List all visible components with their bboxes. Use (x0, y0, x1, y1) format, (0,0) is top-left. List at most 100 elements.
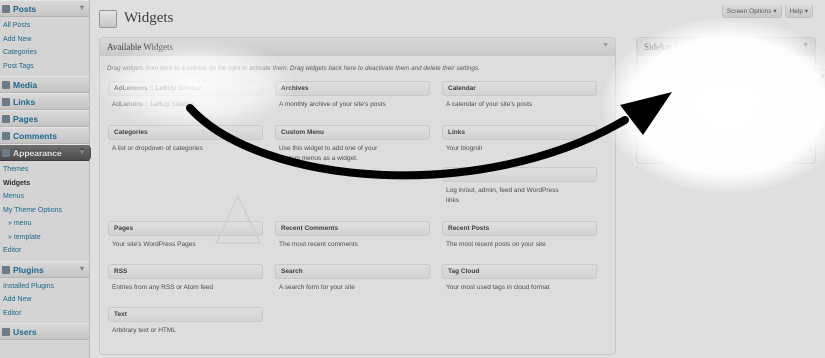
toggle-arrow-icon[interactable]: ▼ (602, 42, 609, 49)
submenu-plugins: Installed Plugins Add New Editor (0, 277, 89, 323)
widget-description: A list or dropdown of categories (112, 145, 203, 152)
toggle-arrow-icon[interactable]: ▼ (802, 42, 809, 49)
menu-media[interactable]: Media (0, 76, 89, 93)
widget-title[interactable]: RSS (108, 264, 263, 279)
submenu-item[interactable]: » menu (0, 217, 89, 231)
widget-title[interactable]: Pages (108, 221, 263, 236)
menu-label: Pages (13, 114, 39, 124)
available-widget[interactable]: Text Arbitrary text or HTML (108, 307, 263, 336)
submenu-item[interactable]: Post Tags (0, 60, 89, 74)
widget-description: Your most used tags in cloud format (446, 284, 550, 291)
submenu-item[interactable]: » template (0, 231, 89, 245)
menu-links[interactable]: Links (0, 93, 89, 110)
sidebar-widget-title: Categories (654, 104, 688, 111)
users-icon (2, 328, 10, 336)
submenu-item[interactable]: All Posts (0, 19, 89, 33)
sidebar-widget-title: Pages (654, 74, 674, 81)
link-icon (2, 98, 10, 106)
sidebar-1-header[interactable]: Sidebar 1 ▼ (637, 38, 815, 56)
submenu-item[interactable]: Editor (0, 307, 89, 321)
widget-title[interactable]: Tag Cloud (442, 264, 597, 279)
menu-label: Plugins (13, 264, 44, 275)
menu-label: Appearance (13, 148, 62, 158)
widget-title[interactable]: Meta (442, 167, 597, 182)
widget-description: A search form for your site (279, 284, 355, 291)
widget-title[interactable]: Search (275, 264, 430, 279)
submenu-item[interactable]: Categories (0, 46, 89, 60)
menu-comments[interactable]: Comments (0, 127, 89, 144)
widget-description: Arbitrary text or HTML (112, 327, 176, 334)
available-widget[interactable]: Calendar A calendar of your site's posts (442, 81, 597, 110)
submenu-item[interactable]: My Theme Options (0, 204, 89, 218)
widget-title[interactable]: Recent Posts (442, 221, 597, 236)
widget-title[interactable]: Custom Menu (275, 125, 430, 140)
submenu-item[interactable]: Widgets (0, 177, 89, 191)
available-widget[interactable]: RSS Entries from any RSS or Atom feed (108, 264, 263, 293)
submenu-item[interactable]: Add New (0, 33, 89, 47)
submenu-item[interactable]: Add New (0, 293, 89, 307)
available-widget[interactable]: Recent Posts The most recent posts on you… (442, 221, 597, 250)
screen-meta-links: Screen Options ▾ Help ▾ (721, 5, 813, 18)
menu-label: Posts (13, 4, 37, 14)
available-widget[interactable]: Meta Log in/out, admin, feed and WordPres… (442, 167, 597, 206)
available-widget[interactable]: Recent Comments The most recent comments (275, 221, 430, 250)
sidebar-widget[interactable]: Pages ▼ (647, 69, 825, 86)
sidebar-1-title: Sidebar 1 (644, 42, 679, 52)
available-widget[interactable]: Tag Cloud Your most used tags in cloud fo… (442, 264, 597, 293)
widget-description: The most recent comments (279, 241, 358, 248)
widget-description: AdLemons :: LeftUp Sidebar (112, 101, 194, 108)
pin-icon (2, 5, 10, 13)
available-widget[interactable]: Search A search form for your site (275, 264, 430, 293)
available-widget[interactable]: Links Your blogroll (442, 125, 597, 154)
menu-pages[interactable]: Pages (0, 110, 89, 127)
widget-title[interactable]: Recent Comments (275, 221, 430, 236)
available-widget[interactable]: Pages Your site's WordPress Pages (108, 221, 263, 250)
widgets-page-icon (99, 10, 117, 28)
widget-title[interactable]: Text (108, 307, 263, 322)
menu-appearance[interactable]: Appearance ▾ (0, 144, 94, 161)
sidebar-widget[interactable]: Categories ▼ (647, 99, 825, 116)
available-widget[interactable]: Archives A monthly archive of your site's… (275, 81, 430, 110)
submenu-appearance: Themes Widgets Menus My Theme Options» menu… (0, 161, 89, 261)
widget-title[interactable]: Calendar (442, 81, 597, 96)
widget-description: A calendar of your site's posts (446, 101, 533, 108)
available-widgets-header[interactable]: Available Widgets ▼ (100, 38, 615, 56)
menu-plugins[interactable]: Plugins ▾ (0, 260, 89, 278)
submenu-posts: All Posts Add New Categories Post Tags (0, 17, 89, 76)
widget-description: Your site's WordPress Pages (112, 241, 196, 248)
menu-users[interactable]: Users (0, 323, 89, 340)
available-widget[interactable]: Categories A list or dropdown of categori… (108, 125, 263, 154)
widget-title[interactable]: Archives (275, 81, 430, 96)
widget-description: A monthly archive of your site's posts (279, 101, 386, 108)
submenu-item[interactable]: Editor (0, 244, 89, 258)
submenu-item[interactable]: Themes (0, 163, 89, 177)
available-widget[interactable]: Custom Menu Use this widget to add one of… (275, 125, 430, 164)
comments-icon (2, 132, 10, 140)
chevron-down-icon[interactable]: ▾ (80, 3, 84, 12)
chevron-down-icon[interactable]: ▾ (80, 147, 84, 156)
submenu-item[interactable]: Installed Plugins (0, 280, 89, 294)
widget-title[interactable]: AdLemons :: LeftUp Sidebar (108, 81, 263, 96)
available-widget[interactable]: AdLemons :: LeftUp SidebarAdLemons :: Le… (108, 81, 263, 110)
pages-icon (2, 115, 10, 123)
admin-menu: Posts ▾ All Posts Add New Categories Post Tag… (0, 0, 94, 358)
menu-posts[interactable]: Posts ▾ (0, 0, 89, 17)
available-widgets-title: Available Widgets (107, 42, 174, 52)
widget-expand-icon[interactable]: ▼ (820, 104, 825, 110)
media-icon (2, 81, 10, 89)
help-button[interactable]: Help ▾ (784, 5, 813, 18)
menu-label: Users (13, 327, 37, 337)
widget-description: Use this widget to add one of your custo… (279, 145, 378, 162)
widget-expand-icon[interactable]: ▼ (820, 74, 825, 80)
page-title: Widgets (124, 10, 174, 26)
available-widgets-description: Drag widgets from here to a sidebar on t… (107, 65, 480, 72)
menu-label: Media (13, 80, 38, 90)
submenu-item[interactable]: Menus (0, 190, 89, 204)
appearance-icon (2, 149, 10, 157)
plugins-icon (2, 265, 10, 274)
widget-title[interactable]: Links (442, 125, 597, 140)
widget-title[interactable]: Categories (108, 125, 263, 140)
main-content: Screen Options ▾ Help ▾ Widgets Availabl… (91, 0, 825, 358)
chevron-down-icon[interactable]: ▾ (80, 264, 84, 273)
screen-options-button[interactable]: Screen Options ▾ (721, 5, 782, 18)
